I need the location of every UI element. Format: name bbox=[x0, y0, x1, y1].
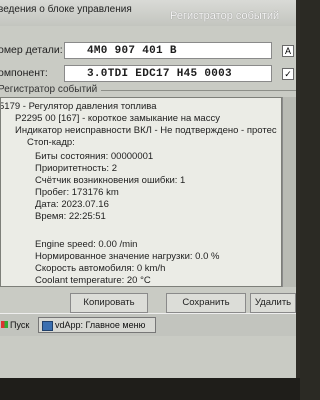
log-line-coolant-temp: Coolant temperature: 20 °C bbox=[35, 275, 151, 286]
option-checkbox-checked[interactable]: ✓ bbox=[282, 68, 294, 80]
part-number-label: омер детали: bbox=[0, 44, 63, 56]
log-line-mil-status: Индикатор неисправности ВКЛ - Не подтвер… bbox=[15, 125, 277, 136]
title-bar: ведения о блоке управления Регистратор с… bbox=[0, 0, 296, 26]
delete-button[interactable]: Удалить bbox=[250, 293, 296, 313]
log-line-engine-speed: Engine speed: 0.00 /min bbox=[35, 239, 138, 250]
taskbar-item-label: vdApp: Главное меню bbox=[55, 320, 146, 330]
save-button[interactable]: Сохранить bbox=[166, 293, 246, 313]
log-line-time: Время: 22:25:51 bbox=[35, 211, 106, 222]
log-line-status-bits: Биты состояния: 00000001 bbox=[35, 151, 154, 162]
event-recorder-title: Регистратор событий bbox=[170, 10, 280, 22]
copy-button[interactable]: Копировать bbox=[70, 293, 148, 313]
log-line-occurrence-counter: Счётчик возникновения ошибки: 1 bbox=[35, 175, 186, 186]
log-line-mileage: Пробег: 173176 km bbox=[35, 187, 119, 198]
part-number-field[interactable]: 4M0 907 401 B bbox=[64, 42, 272, 59]
log-line-freeze-frame: Стоп-кадр: bbox=[27, 137, 75, 148]
component-field[interactable]: 3.0TDI EDC17 H45 0003 bbox=[64, 65, 272, 82]
app-window: ведения о блоке управления Регистратор с… bbox=[0, 0, 296, 378]
app-window-icon bbox=[42, 321, 53, 331]
control-unit-info-title: ведения о блоке управления bbox=[0, 4, 132, 15]
event-recorder-group-label: Регистратор событий bbox=[0, 84, 102, 95]
start-label: Пуск bbox=[10, 320, 30, 330]
log-line-priority: Приоритетность: 2 bbox=[35, 163, 117, 174]
monitor-bezel-side bbox=[296, 0, 300, 378]
component-label: омпонент: bbox=[0, 67, 48, 79]
taskbar: Пуск vdApp: Главное меню bbox=[0, 313, 296, 336]
log-line-dtc: P2295 00 [167] - короткое замыкание на м… bbox=[15, 113, 220, 124]
windows-logo-icon bbox=[1, 321, 8, 328]
start-button[interactable]: Пуск bbox=[0, 317, 30, 333]
log-line-vehicle-speed: Скорость автомобиля: 0 km/h bbox=[35, 263, 166, 274]
log-line-load-value: Нормированное значение нагрузки: 0.0 % bbox=[35, 251, 220, 262]
monitor-bezel-bottom bbox=[0, 378, 300, 400]
log-line-date: Дата: 2023.07.16 bbox=[35, 199, 109, 210]
log-line-fault-code: 5179 - Регулятор давления топлива bbox=[0, 101, 157, 112]
log-scrollbar[interactable] bbox=[282, 97, 296, 287]
event-log-box[interactable]: 5179 - Регулятор давления топлива P2295 … bbox=[0, 97, 282, 287]
option-checkbox-a[interactable]: A bbox=[282, 45, 294, 57]
taskbar-item-vdapp[interactable]: vdApp: Главное меню bbox=[38, 317, 156, 333]
